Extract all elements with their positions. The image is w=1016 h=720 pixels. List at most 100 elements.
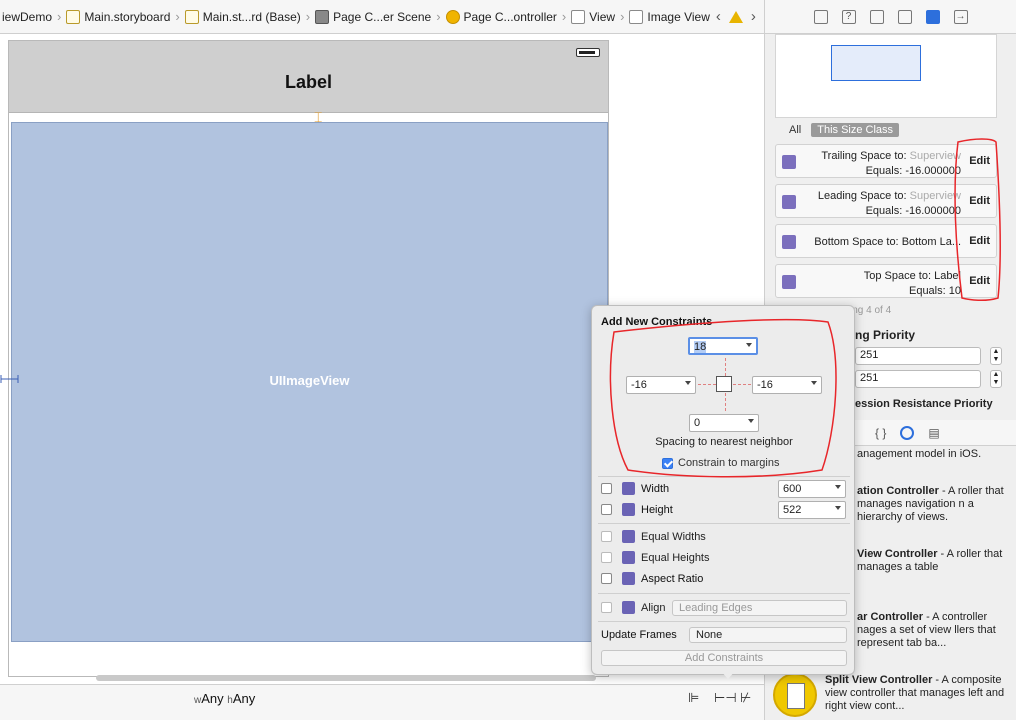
trailing-spacing-field[interactable]: -16 xyxy=(752,376,822,394)
chevron-down-icon xyxy=(685,381,691,385)
crumb-storyboard-base[interactable]: Main.st...rd (Base) xyxy=(183,0,303,33)
chevron-right-icon: › xyxy=(561,9,567,24)
top-area: Label xyxy=(9,41,608,113)
library-item-split-view-controller[interactable]: Split View Controller - A composite view… xyxy=(825,674,1005,713)
chevron-right-icon: › xyxy=(305,9,311,24)
edit-button[interactable]: Edit xyxy=(969,155,990,167)
equal-widths-icon xyxy=(622,530,635,543)
divider xyxy=(598,523,850,524)
scene-icon xyxy=(315,9,330,24)
edit-button[interactable]: Edit xyxy=(969,235,990,247)
spacing-label: Spacing to nearest neighbor xyxy=(655,436,793,448)
help-inspector-icon[interactable]: ? xyxy=(841,9,856,24)
image-view[interactable]: UIImageView xyxy=(11,122,608,642)
equal-widths-checkbox[interactable] xyxy=(601,531,612,542)
edit-button[interactable]: Edit xyxy=(969,195,990,207)
leading-constraint-tie[interactable] xyxy=(698,384,716,385)
image-view-icon xyxy=(629,9,644,24)
height-icon xyxy=(622,503,635,516)
constraint-row-bottom[interactable]: Bottom Space to: Bottom La... Edit xyxy=(775,224,997,258)
view-controller-frame[interactable]: Label ⌶ UIImageView xyxy=(8,40,609,677)
update-frames-label: Update Frames xyxy=(601,629,677,641)
height-value-field[interactable]: 522 xyxy=(778,501,846,519)
hugging-stepper[interactable]: ▲ ▼ xyxy=(990,347,1002,365)
hugging-stepper-2[interactable]: ▲ ▼ xyxy=(990,370,1002,388)
top-constraint-tie[interactable] xyxy=(725,358,726,376)
chevron-down-icon xyxy=(746,343,752,347)
pin-tool-icon[interactable]: ⊢⊣ xyxy=(714,690,737,705)
update-frames-select[interactable]: None xyxy=(689,627,847,643)
equal-heights-checkbox[interactable] xyxy=(601,552,612,563)
constraint-icon xyxy=(782,235,796,249)
chevron-right-icon: › xyxy=(175,9,180,24)
equal-heights-row[interactable]: Equal Heights xyxy=(601,551,710,564)
divider xyxy=(598,593,850,594)
preview-view-box xyxy=(831,45,921,81)
width-value-field[interactable]: 600 xyxy=(778,480,846,498)
size-inspector-icon[interactable] xyxy=(925,9,940,24)
top-spacing-field[interactable]: 18 xyxy=(688,337,758,355)
battery-icon xyxy=(576,48,600,57)
equal-widths-row[interactable]: Equal Widths xyxy=(601,530,706,543)
library-item-table-view-controller[interactable]: View Controller - A roller that manages … xyxy=(857,548,1007,574)
bottom-spacing-field[interactable]: 0 xyxy=(689,414,759,432)
size-class-control[interactable]: wAny hAny xyxy=(194,691,255,706)
constraint-row-top[interactable]: Top Space to: Label Equals: 10 Edit xyxy=(775,264,997,298)
library-item[interactable]: anagement model in iOS. xyxy=(857,448,1016,461)
edit-button[interactable]: Edit xyxy=(969,275,990,287)
crumb-image-view[interactable]: Image View xyxy=(627,0,711,33)
constraint-row-leading[interactable]: Leading Space to: Superview Equals: -16.… xyxy=(775,184,997,218)
chevron-right-icon: › xyxy=(620,9,625,24)
constrain-to-margins-checkbox[interactable]: Constrain to margins xyxy=(662,457,780,469)
align-tool-icon[interactable]: ⊫ xyxy=(688,690,704,705)
crumb-storyboard[interactable]: Main.storyboard xyxy=(64,0,172,33)
file-inspector-icon[interactable] xyxy=(813,9,828,24)
constraint-row-trailing[interactable]: Trailing Space to: Superview Equals: -16… xyxy=(775,144,997,178)
aspect-ratio-icon xyxy=(622,572,635,585)
filter-this-size-class[interactable]: This Size Class xyxy=(811,123,900,137)
hugging-priority-vertical[interactable]: 251 xyxy=(855,370,981,388)
crumb-project[interactable]: iewDemo xyxy=(0,0,54,33)
library-item-navigation-controller[interactable]: ation Controller - A roller that manages… xyxy=(857,485,1007,524)
align-row[interactable]: Align xyxy=(601,601,665,614)
popover-arrow xyxy=(720,670,736,679)
bottom-constraint-tie[interactable] xyxy=(725,393,726,411)
identity-inspector-icon[interactable] xyxy=(869,9,884,24)
label-element[interactable]: Label xyxy=(9,72,608,93)
view-icon xyxy=(571,9,586,24)
nav-forward-icon[interactable]: › xyxy=(751,8,756,25)
leading-spacing-field[interactable]: -16 xyxy=(626,376,696,394)
attributes-inspector-icon[interactable] xyxy=(897,9,912,24)
inspector-tabs: ? → xyxy=(765,0,1016,34)
nav-back-icon[interactable]: ‹ xyxy=(716,8,721,25)
library-tabs: { } ▤ xyxy=(855,420,1016,446)
crumb-scene[interactable]: Page C...er Scene xyxy=(313,0,433,33)
object-library-icon[interactable] xyxy=(900,425,915,440)
hugging-priority-horizontal[interactable]: 251 xyxy=(855,347,981,365)
trailing-constraint-tie[interactable] xyxy=(733,384,751,385)
split-view-controller-icon xyxy=(773,673,817,717)
connections-inspector-icon[interactable]: → xyxy=(953,9,968,24)
aspect-ratio-row[interactable]: Aspect Ratio xyxy=(601,572,703,585)
align-checkbox[interactable] xyxy=(601,602,612,613)
crumb-view-controller[interactable]: Page C...ontroller xyxy=(444,0,559,33)
horizontal-scrollbar[interactable] xyxy=(96,675,596,681)
resolve-tool-icon[interactable]: ⊬ xyxy=(740,690,756,705)
aspect-ratio-checkbox[interactable] xyxy=(601,573,612,584)
popover-title: Add New Constraints xyxy=(601,316,713,328)
canvas-bottom-bar: wAny hAny ⊫ ⊢⊣ ⊬ xyxy=(0,684,764,720)
code-snippet-icon[interactable]: { } xyxy=(875,426,886,440)
divider xyxy=(598,621,850,622)
leading-constraint-icon xyxy=(0,375,19,383)
height-row[interactable]: Height xyxy=(601,503,673,516)
align-select[interactable]: Leading Edges xyxy=(672,600,847,616)
filter-all[interactable]: All xyxy=(789,124,801,136)
width-row[interactable]: Width xyxy=(601,482,669,495)
height-checkbox[interactable] xyxy=(601,504,612,515)
add-constraints-button[interactable]: Add Constraints xyxy=(601,650,847,666)
warning-icon[interactable] xyxy=(728,10,743,23)
crumb-view[interactable]: View xyxy=(569,0,617,33)
library-item-tab-bar-controller[interactable]: ar Controller - A controller nages a set… xyxy=(857,611,1007,650)
media-library-icon[interactable]: ▤ xyxy=(928,426,939,440)
width-checkbox[interactable] xyxy=(601,483,612,494)
